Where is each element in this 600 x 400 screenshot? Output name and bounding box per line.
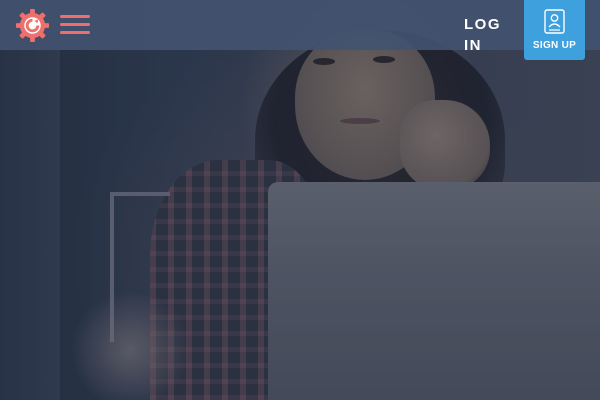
login-link[interactable]: LOG IN	[464, 14, 504, 56]
page: LOG IN SIGN UP	[0, 0, 600, 400]
id-badge-user-icon	[544, 9, 565, 34]
gear-refresh-logo-icon[interactable]	[15, 8, 50, 43]
menu-bar	[60, 23, 90, 26]
menu-bar	[60, 31, 90, 34]
menu-bar	[60, 15, 90, 18]
hamburger-menu-icon[interactable]	[60, 12, 90, 38]
top-nav-bar: LOG IN SIGN UP	[0, 0, 600, 60]
hero-background-image	[0, 0, 600, 400]
signup-label: SIGN UP	[532, 40, 577, 51]
signup-button[interactable]: SIGN UP	[524, 0, 585, 60]
hero-overlay	[0, 0, 600, 400]
